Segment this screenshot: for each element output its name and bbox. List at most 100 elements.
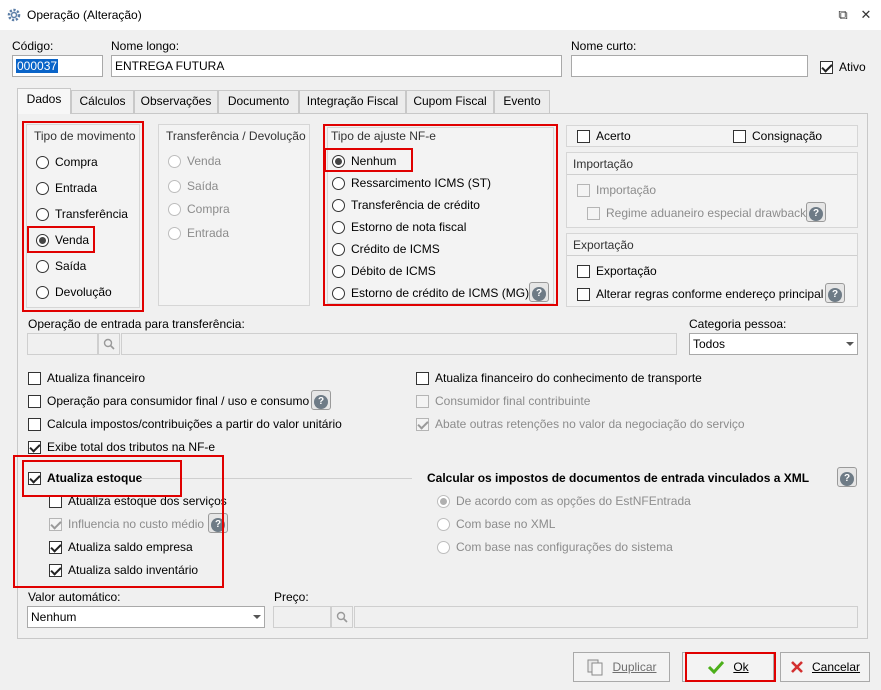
ativo-check-box[interactable] bbox=[820, 60, 833, 74]
window-title: Operação (Alteração) bbox=[27, 8, 142, 22]
consumidor-contribuinte-check-box[interactable] bbox=[416, 394, 429, 408]
tab-dados[interactable]: Dados bbox=[17, 88, 71, 114]
consumidor-contribuinte-label: Consumidor final contribuinte bbox=[435, 394, 591, 408]
xml-radio-estnfentrada-circle[interactable] bbox=[437, 494, 450, 508]
help-alterar-regras-button[interactable]: ? bbox=[825, 283, 845, 303]
calcula-impostos-checkbox[interactable]: Calcula impostos/contribuições a partir … bbox=[28, 417, 342, 431]
ativo-checkbox[interactable]: Ativo bbox=[820, 60, 866, 74]
xml-radio-xml-circle[interactable] bbox=[437, 517, 450, 531]
atualiza-financeiro-label: Atualiza financeiro bbox=[47, 371, 146, 385]
importacao-checkbox[interactable]: Importação bbox=[577, 183, 656, 197]
valor-automatico-select[interactable]: Nenhum bbox=[27, 606, 265, 628]
operacao-entrada-search-button[interactable] bbox=[98, 333, 120, 355]
categoria-select[interactable]: Todos bbox=[689, 333, 858, 355]
importacao-divider bbox=[567, 174, 857, 175]
importacao-check-box[interactable] bbox=[577, 183, 590, 197]
help-icon: ? bbox=[314, 395, 328, 409]
nome-curto-field[interactable] bbox=[571, 55, 808, 77]
duplicar-label: Duplicar bbox=[612, 660, 657, 674]
chevron-down-icon bbox=[253, 615, 261, 619]
consignacao-label: Consignação bbox=[752, 129, 823, 143]
close-button[interactable]: ✕ bbox=[855, 5, 877, 25]
tab-cupom-fiscal[interactable]: Cupom Fiscal bbox=[406, 90, 494, 113]
td-radio-venda-circle[interactable] bbox=[168, 154, 181, 168]
xml-section-title: Calcular os impostos de documentos de en… bbox=[427, 471, 810, 485]
preco-code-field[interactable] bbox=[273, 606, 331, 628]
exportacao-cb-label: Exportação bbox=[596, 264, 657, 278]
td-radio-saida-circle[interactable] bbox=[168, 179, 181, 193]
codigo-label: Código: bbox=[12, 39, 54, 53]
xml-radio-estnfentrada-label: De acordo com as opções do EstNFEntrada bbox=[456, 494, 691, 508]
acerto-checkbox[interactable]: Acerto bbox=[577, 129, 631, 143]
td-radio-compra-circle[interactable] bbox=[168, 202, 181, 216]
search-icon bbox=[336, 611, 348, 623]
td-radio-compra[interactable]: Compra bbox=[168, 202, 230, 216]
exibe-total-check-box[interactable] bbox=[28, 440, 41, 454]
highlight-tipo-movimento bbox=[22, 121, 144, 312]
alterar-regras-check-box[interactable] bbox=[577, 287, 590, 301]
restore-button[interactable]: ⧉ bbox=[832, 5, 854, 25]
cancelar-button[interactable]: Cancelar bbox=[780, 652, 870, 682]
atualiza-fin-transporte-check-box[interactable] bbox=[416, 371, 429, 385]
calcula-impostos-check-box[interactable] bbox=[28, 417, 41, 431]
td-radio-entrada[interactable]: Entrada bbox=[168, 226, 229, 240]
xml-radio-estnfentrada[interactable]: De acordo com as opções do EstNFEntrada bbox=[437, 494, 691, 508]
atualiza-financeiro-check-box[interactable] bbox=[28, 371, 41, 385]
categoria-value: Todos bbox=[693, 337, 726, 351]
transferencia-devolucao-title: Transferência / Devolução bbox=[166, 129, 306, 143]
duplicar-button[interactable]: Duplicar bbox=[573, 652, 670, 682]
consumidor-final-check-box[interactable] bbox=[28, 394, 41, 408]
highlight-ok bbox=[685, 652, 776, 682]
exportacao-check-box[interactable] bbox=[577, 264, 590, 278]
alterar-regras-checkbox[interactable]: Alterar regras conforme endereço princip… bbox=[577, 287, 823, 301]
exportacao-checkbox[interactable]: Exportação bbox=[577, 264, 657, 278]
operacao-entrada-name-field[interactable] bbox=[121, 333, 677, 355]
td-radio-venda[interactable]: Venda bbox=[168, 154, 221, 168]
help-icon: ? bbox=[809, 207, 823, 221]
preco-search-button[interactable] bbox=[331, 606, 353, 628]
calcula-impostos-label: Calcula impostos/contribuições a partir … bbox=[47, 417, 342, 431]
help-regime-button[interactable]: ? bbox=[806, 202, 826, 222]
consignacao-checkbox[interactable]: Consignação bbox=[733, 129, 822, 143]
importacao-cb-label: Importação bbox=[596, 183, 657, 197]
xml-radio-config-circle[interactable] bbox=[437, 540, 450, 554]
abate-retencoes-check-box[interactable] bbox=[416, 417, 429, 431]
tab-documento[interactable]: Documento bbox=[218, 90, 299, 113]
regime-checkbox[interactable]: Regime aduaneiro especial drawback bbox=[587, 206, 806, 220]
acerto-check-box[interactable] bbox=[577, 129, 590, 143]
atualiza-fin-transporte-label: Atualiza financeiro do conhecimento de t… bbox=[435, 371, 702, 385]
td-radio-entrada-circle[interactable] bbox=[168, 226, 181, 240]
td-radio-saida[interactable]: Saída bbox=[168, 179, 218, 193]
preco-name-field[interactable] bbox=[354, 606, 858, 628]
tab-calculos[interactable]: Cálculos bbox=[71, 90, 134, 113]
regime-check-box[interactable] bbox=[587, 206, 600, 220]
tab-integracao-fiscal[interactable]: Integração Fiscal bbox=[299, 90, 406, 113]
atualiza-fin-transporte-checkbox[interactable]: Atualiza financeiro do conhecimento de t… bbox=[416, 371, 702, 385]
xml-radio-xml[interactable]: Com base no XML bbox=[437, 517, 555, 531]
categoria-label: Categoria pessoa: bbox=[689, 317, 787, 331]
operacao-entrada-code-field[interactable] bbox=[27, 333, 98, 355]
consignacao-check-box[interactable] bbox=[733, 129, 746, 143]
nome-longo-field[interactable]: ENTREGA FUTURA bbox=[111, 55, 562, 77]
xml-radio-config[interactable]: Com base nas configurações do sistema bbox=[437, 540, 673, 554]
app-gear-icon bbox=[7, 8, 21, 22]
alterar-regras-label: Alterar regras conforme endereço princip… bbox=[596, 287, 824, 301]
help-icon: ? bbox=[828, 288, 842, 302]
exibe-total-checkbox[interactable]: Exibe total dos tributos na NF-e bbox=[28, 440, 215, 454]
help-xml-button[interactable]: ? bbox=[837, 467, 857, 487]
codigo-field[interactable]: 000037 bbox=[12, 55, 103, 77]
abate-retencoes-checkbox[interactable]: Abate outras retenções no valor da negoc… bbox=[416, 417, 745, 431]
consumidor-final-checkbox[interactable]: Operação para consumidor final / uso e c… bbox=[28, 394, 309, 408]
tab-evento[interactable]: Evento bbox=[494, 90, 550, 113]
atualiza-financeiro-checkbox[interactable]: Atualiza financeiro bbox=[28, 371, 145, 385]
td-radio-entrada-label: Entrada bbox=[187, 226, 230, 240]
abate-retencoes-label: Abate outras retenções no valor da negoc… bbox=[435, 417, 745, 431]
highlight-nenhum bbox=[324, 148, 413, 172]
ativo-label: Ativo bbox=[839, 60, 866, 74]
tab-observacoes[interactable]: Observações bbox=[134, 90, 218, 113]
help-consumidor-final-button[interactable]: ? bbox=[311, 390, 331, 410]
nome-curto-label: Nome curto: bbox=[571, 39, 637, 53]
consumidor-contribuinte-checkbox[interactable]: Consumidor final contribuinte bbox=[416, 394, 590, 408]
valor-automatico-value: Nenhum bbox=[31, 610, 77, 624]
highlight-venda bbox=[27, 226, 95, 253]
